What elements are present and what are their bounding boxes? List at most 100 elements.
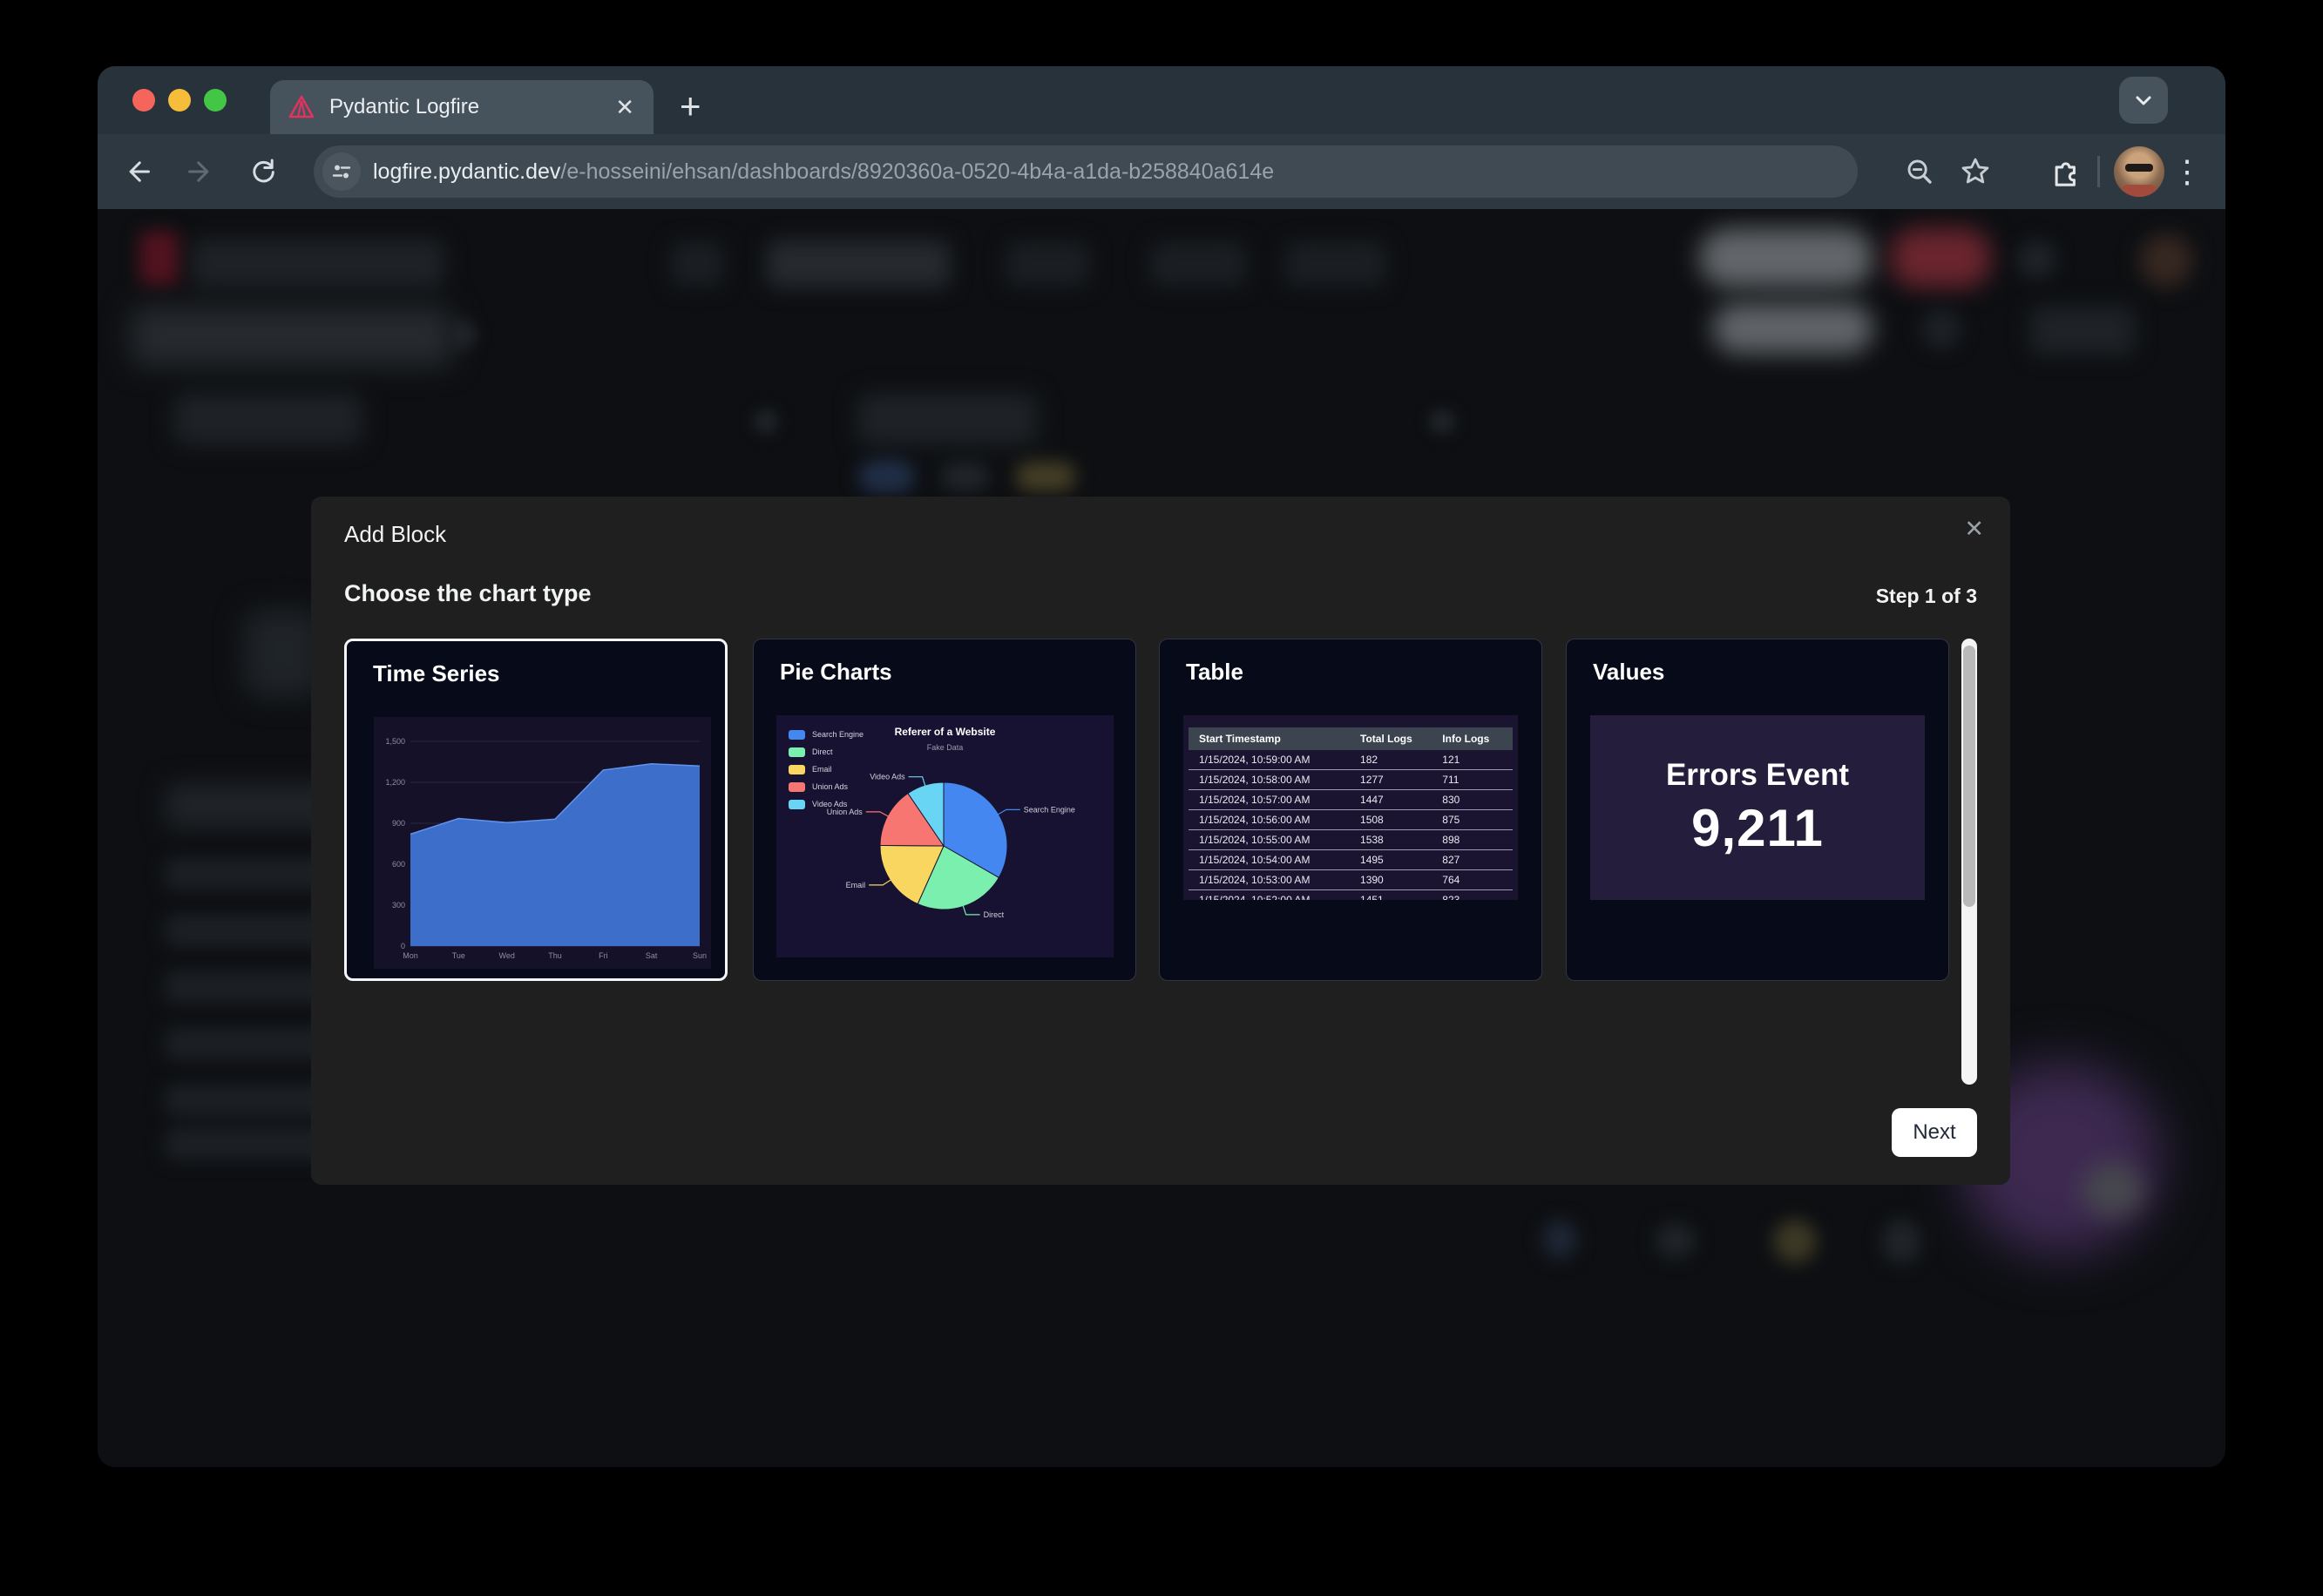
browser-toolbar: logfire.pydantic.dev/e-hosseini/ehsan/da… — [98, 134, 2225, 209]
profile-avatar[interactable] — [2114, 146, 2164, 197]
column-header: Start Timestamp — [1189, 727, 1355, 750]
dashboard-page-blurred: Add Block ✕ Choose the chart type Step 1… — [98, 209, 2225, 1467]
table-cell: 1/15/2024, 10:53:00 AM — [1189, 870, 1355, 890]
browser-window: Pydantic Logfire ✕ + — [98, 66, 2225, 1467]
modal-subtitle: Choose the chart type — [344, 580, 592, 607]
svg-text:Sun: Sun — [693, 951, 707, 960]
window-minimize-button[interactable] — [168, 89, 191, 112]
chart-type-grid: Time Series 03006009001,2001,500MonTueWe… — [344, 639, 1982, 1083]
modal-close-icon[interactable]: ✕ — [1964, 516, 1984, 543]
table-cell: 898 — [1437, 830, 1513, 850]
svg-text:300: 300 — [392, 901, 405, 910]
window-zoom-button[interactable] — [204, 89, 227, 112]
tab-close-icon[interactable]: ✕ — [615, 94, 634, 121]
site-settings-button[interactable] — [322, 152, 361, 191]
pie-chart: Referer of a Website Fake Data Search En… — [776, 715, 1114, 957]
area-chart-svg: 03006009001,2001,500MonTueWedThuFriSatSu… — [374, 717, 711, 969]
table-cell: 1538 — [1355, 830, 1437, 850]
extensions-button[interactable] — [2045, 152, 2083, 191]
pie-slice-label: Direct — [984, 910, 1005, 919]
table-row: 1/15/2024, 10:58:00 AM1277711 — [1189, 770, 1513, 790]
tab-search-button[interactable] — [2119, 77, 2168, 124]
window-close-button[interactable] — [132, 89, 155, 112]
table-cell: 1/15/2024, 10:57:00 AM — [1189, 790, 1355, 810]
table-cell: 823 — [1437, 890, 1513, 901]
back-button[interactable] — [119, 152, 157, 191]
svg-text:Wed: Wed — [498, 951, 514, 960]
card-table[interactable]: Table Start TimestampTotal LogsInfo Logs… — [1159, 639, 1542, 981]
table-row: 1/15/2024, 10:59:00 AM182121 — [1189, 750, 1513, 770]
card-title: Table — [1186, 659, 1243, 686]
table-cell: 1/15/2024, 10:56:00 AM — [1189, 810, 1355, 830]
add-block-modal: Add Block ✕ Choose the chart type Step 1… — [311, 497, 2010, 1185]
svg-text:600: 600 — [392, 860, 405, 869]
url-path: /e-hosseini/ehsan/dashboards/8920360a-05… — [560, 159, 1274, 184]
table-cell: 830 — [1437, 790, 1513, 810]
table-cell: 121 — [1437, 750, 1513, 770]
table-row: 1/15/2024, 10:56:00 AM1508875 — [1189, 810, 1513, 830]
table-cell: 1447 — [1355, 790, 1437, 810]
chevron-down-icon — [2130, 87, 2157, 113]
tune-icon — [329, 159, 354, 184]
svg-text:Thu: Thu — [548, 951, 562, 960]
card-time-series[interactable]: Time Series 03006009001,2001,500MonTueWe… — [344, 639, 728, 981]
svg-text:900: 900 — [392, 819, 405, 828]
table-cell: 1/15/2024, 10:55:00 AM — [1189, 830, 1355, 850]
url-domain: logfire.pydantic.dev — [373, 159, 560, 184]
modal-scrollbar-thumb[interactable] — [1963, 646, 1975, 907]
card-title: Pie Charts — [780, 659, 892, 686]
forward-arrow-icon — [186, 157, 215, 186]
column-header: Total Logs — [1355, 727, 1437, 750]
svg-text:Mon: Mon — [403, 951, 418, 960]
metric-value: 9,211 — [1691, 798, 1824, 858]
table-cell: 182 — [1355, 750, 1437, 770]
table-row: 1/15/2024, 10:57:00 AM1447830 — [1189, 790, 1513, 810]
logs-table: Start TimestampTotal LogsInfo Logs1/15/2… — [1189, 727, 1513, 900]
url-bar[interactable]: logfire.pydantic.dev/e-hosseini/ehsan/da… — [314, 145, 1858, 198]
card-title: Time Series — [373, 660, 500, 687]
magnifier-minus-icon — [1904, 156, 1935, 187]
zoom-out-page-button[interactable] — [1900, 152, 1939, 191]
reload-button[interactable] — [244, 152, 282, 191]
modal-title: Add Block — [344, 521, 446, 548]
puzzle-icon — [2048, 155, 2081, 188]
value-metric-panel: Errors Event 9,211 — [1590, 715, 1925, 900]
browser-tab[interactable]: Pydantic Logfire ✕ — [270, 80, 654, 134]
bookmark-button[interactable] — [1956, 152, 1995, 191]
star-icon — [1959, 155, 1992, 188]
table-cell: 1/15/2024, 10:52:00 AM — [1189, 890, 1355, 901]
tab-strip: Pydantic Logfire ✕ + — [98, 66, 2225, 134]
table-cell: 1451 — [1355, 890, 1437, 901]
card-pie-charts[interactable]: Pie Charts Referer of a Website Fake Dat… — [753, 639, 1136, 981]
new-tab-button[interactable]: + — [680, 85, 701, 127]
table-cell: 1/15/2024, 10:58:00 AM — [1189, 770, 1355, 790]
pie-slice-label: Search Engine — [1024, 805, 1075, 814]
forward-button[interactable] — [181, 152, 220, 191]
table-cell: 764 — [1437, 870, 1513, 890]
toolbar-separator — [2097, 156, 2100, 187]
pie-slice-label: Video Ads — [870, 773, 905, 781]
svg-text:0: 0 — [401, 942, 405, 950]
pie-slice-label: Union Ads — [827, 808, 864, 816]
back-arrow-icon — [123, 157, 152, 186]
metric-label: Errors Event — [1666, 758, 1849, 793]
logs-table-panel: Start TimestampTotal LogsInfo Logs1/15/2… — [1183, 715, 1518, 900]
table-cell: 1508 — [1355, 810, 1437, 830]
card-title: Values — [1593, 659, 1664, 686]
reload-icon — [248, 157, 278, 186]
logfire-favicon-icon — [288, 93, 315, 121]
next-button[interactable]: Next — [1892, 1108, 1977, 1157]
table-cell: 1/15/2024, 10:54:00 AM — [1189, 850, 1355, 870]
pie-chart-svg: Search EngineDirectEmailUnion AdsVideo A… — [776, 715, 1114, 957]
time-series-chart: 03006009001,2001,500MonTueWedThuFriSatSu… — [374, 717, 711, 969]
table-cell: 1/15/2024, 10:59:00 AM — [1189, 750, 1355, 770]
table-cell: 1495 — [1355, 850, 1437, 870]
svg-text:Tue: Tue — [452, 951, 465, 960]
modal-scrollbar-track[interactable] — [1961, 639, 1977, 1085]
svg-text:Sat: Sat — [646, 951, 658, 960]
card-values[interactable]: Values Errors Event 9,211 — [1566, 639, 1949, 981]
table-row: 1/15/2024, 10:52:00 AM1451823 — [1189, 890, 1513, 901]
browser-menu-button[interactable]: ⋮ — [2171, 153, 2203, 190]
table-cell: 875 — [1437, 810, 1513, 830]
table-row: 1/15/2024, 10:55:00 AM1538898 — [1189, 830, 1513, 850]
